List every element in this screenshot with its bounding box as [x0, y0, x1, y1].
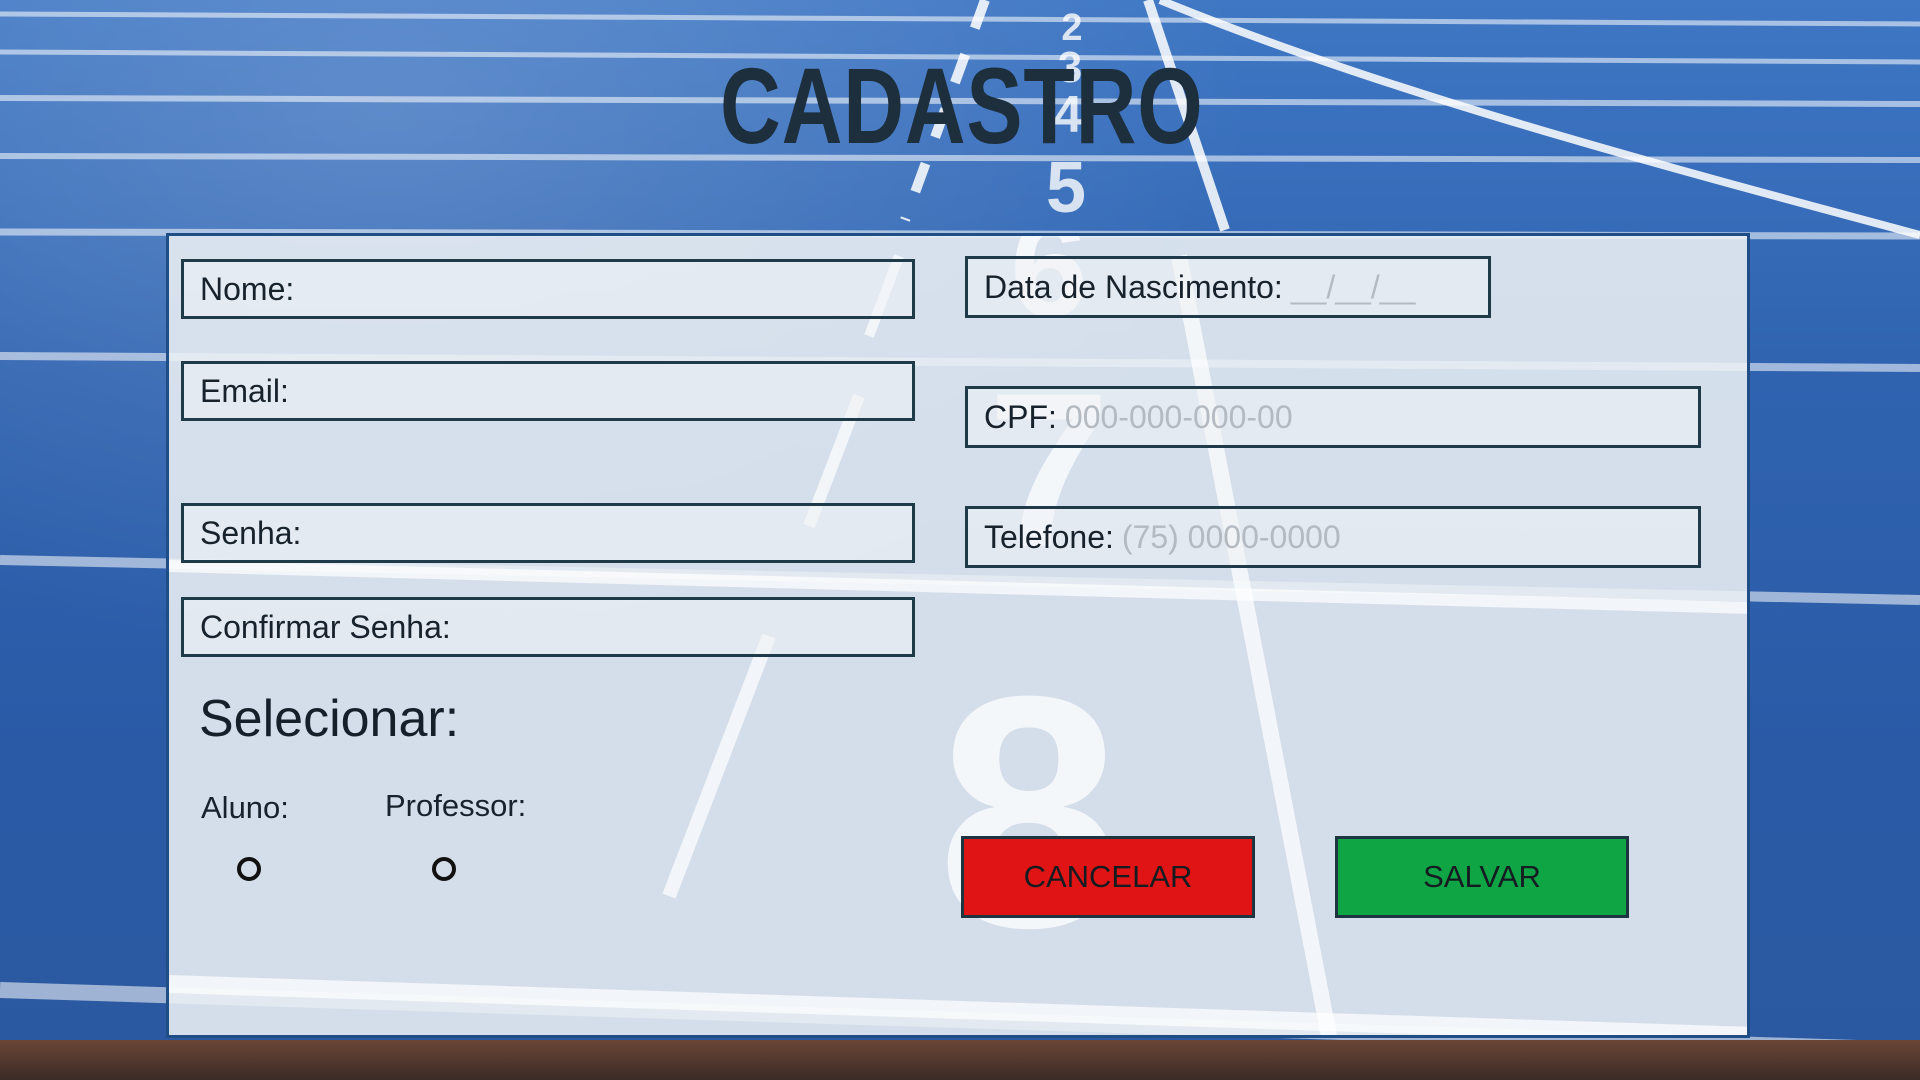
phone-field[interactable]: Telefone: (75) 0000-0000: [965, 506, 1701, 568]
aluno-label: Aluno:: [201, 790, 289, 825]
email-label: Email:: [200, 372, 289, 409]
confirm-password-label: Confirmar Senha:: [200, 608, 451, 645]
name-label: Nome:: [200, 270, 295, 307]
phone-placeholder: (75) 0000-0000: [1121, 518, 1341, 555]
name-field[interactable]: Nome:: [181, 259, 915, 319]
registration-form: 6 7 8 Nome: Email: Senha: Confirmar Senh…: [166, 233, 1750, 1038]
professor-label: Professor:: [385, 788, 527, 823]
page-title: CADASTRO: [719, 45, 1204, 166]
cancel-button-label: CANCELAR: [1023, 859, 1193, 894]
professor-radio[interactable]: [432, 857, 456, 881]
save-button[interactable]: SALVAR: [1335, 836, 1629, 918]
birth-date-label: Data de Nascimento:: [984, 268, 1283, 305]
cpf-placeholder: 000-000-000-00: [1064, 398, 1293, 435]
cancel-button[interactable]: CANCELAR: [961, 836, 1255, 918]
password-label: Senha:: [200, 514, 302, 551]
password-field[interactable]: Senha:: [181, 503, 915, 563]
phone-label: Telefone:: [984, 518, 1114, 555]
track-edge: [0, 1040, 1920, 1080]
aluno-radio[interactable]: [237, 857, 261, 881]
birth-date-field[interactable]: Data de Nascimento: __/__/__: [965, 256, 1491, 318]
birth-date-placeholder: __/__/__: [1290, 268, 1416, 305]
email-field[interactable]: Email:: [181, 361, 915, 421]
cpf-field[interactable]: CPF: 000-000-000-00: [965, 386, 1701, 448]
cpf-label: CPF:: [984, 398, 1057, 435]
confirm-password-field[interactable]: Confirmar Senha:: [181, 597, 915, 657]
lane-number: 8: [937, 627, 1121, 996]
save-button-label: SALVAR: [1423, 859, 1541, 894]
select-role-heading: Selecionar:: [199, 690, 460, 748]
